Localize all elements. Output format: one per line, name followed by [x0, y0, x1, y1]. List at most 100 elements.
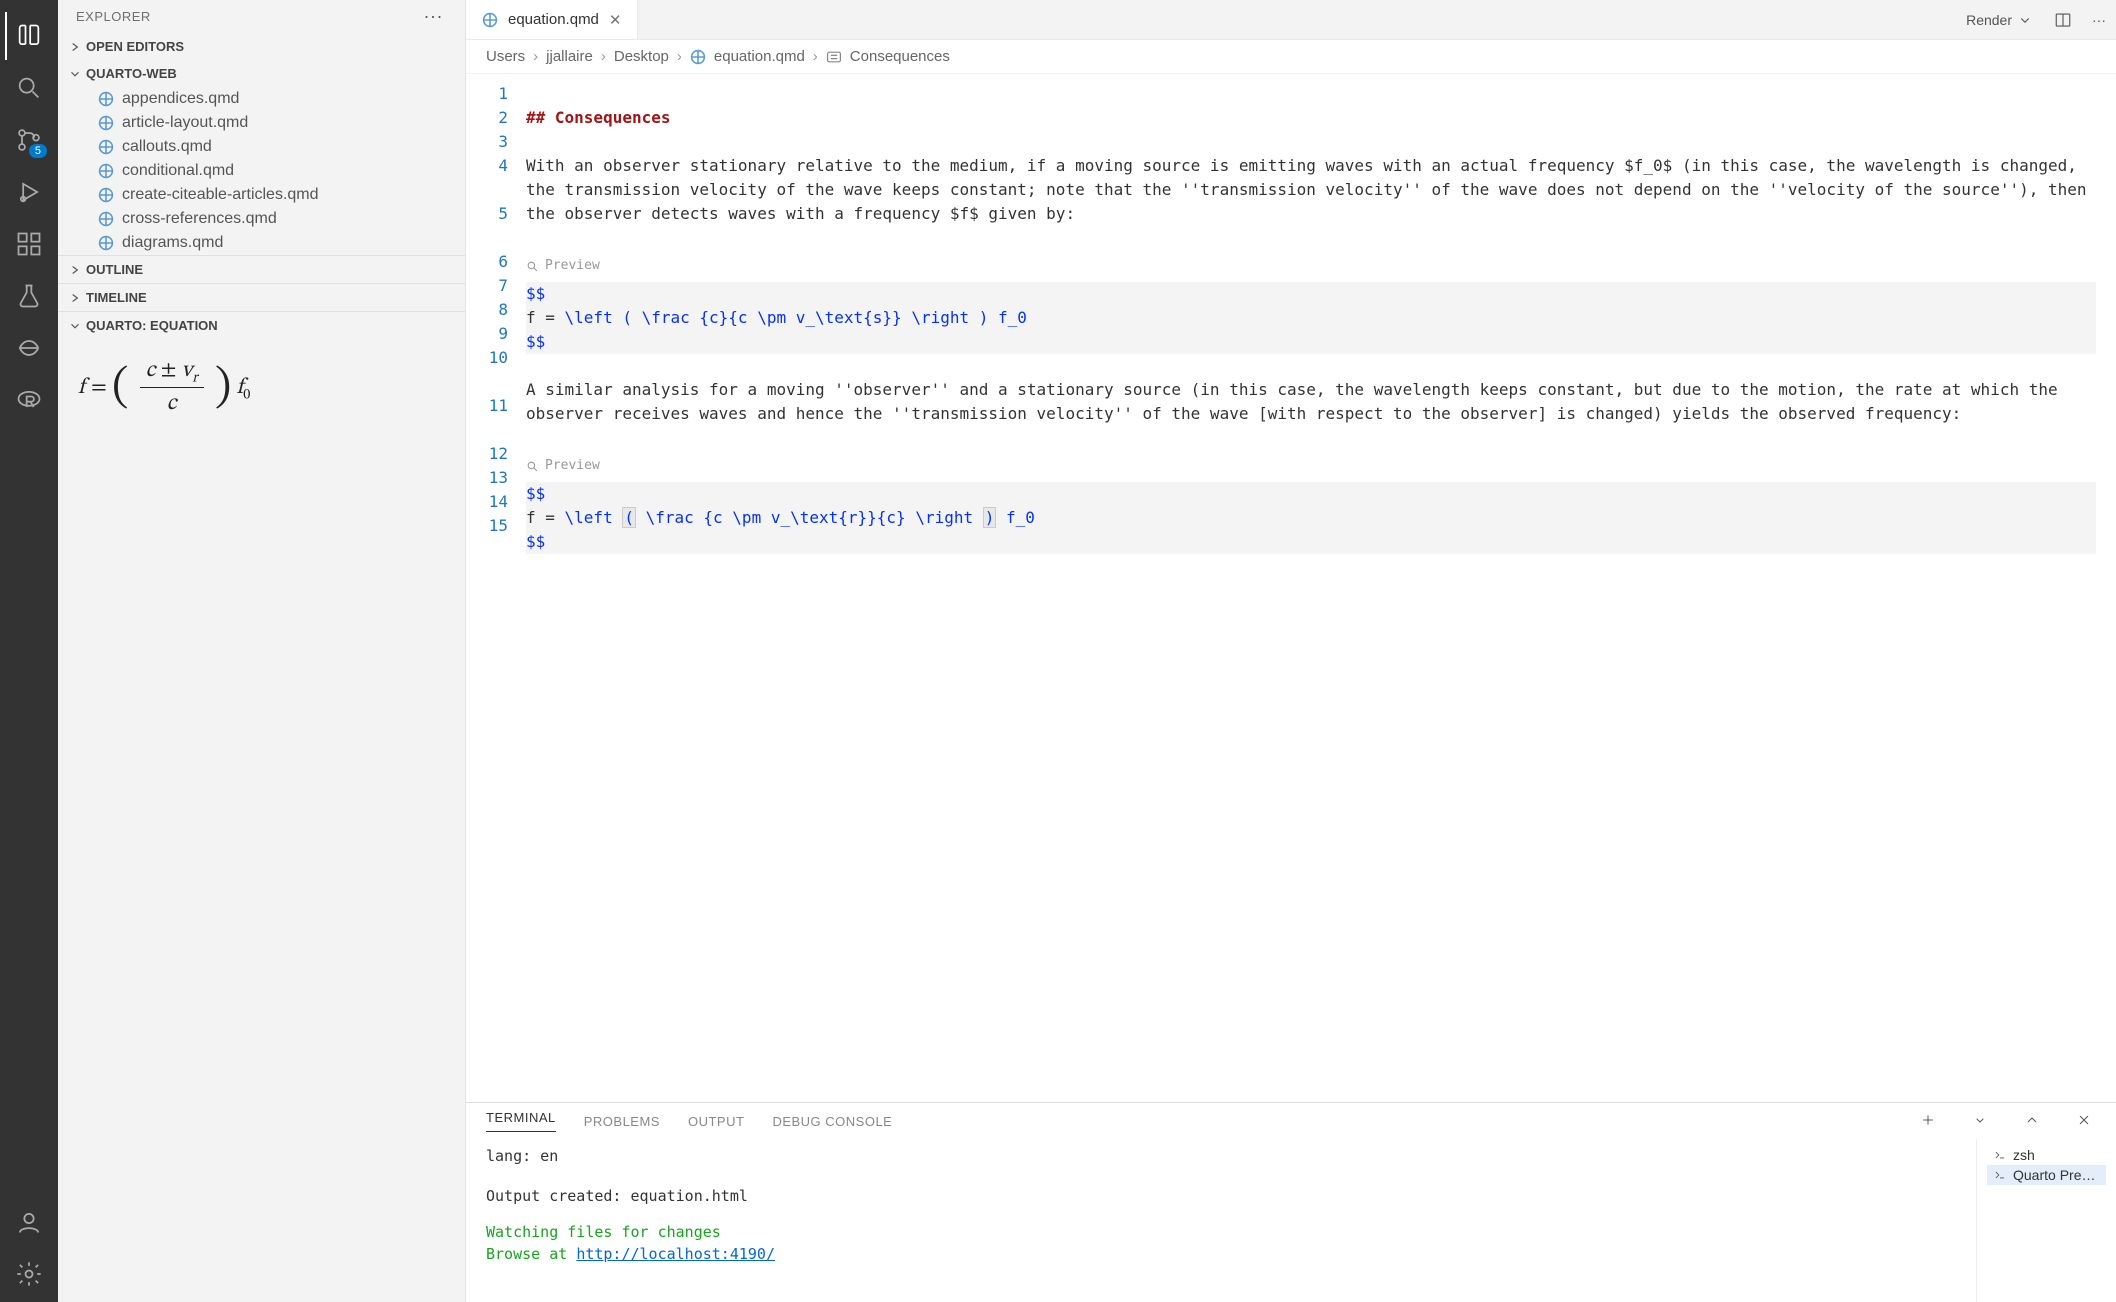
heading-symbol-icon	[826, 48, 842, 65]
panel-tab-terminal[interactable]: TERMINAL	[486, 1110, 556, 1132]
file-item[interactable]: callouts.qmd	[82, 135, 465, 159]
equation-preview: f = ( c ± vr c ) f0	[58, 339, 465, 436]
bottom-panel: TERMINAL PROBLEMS OUTPUT DEBUG CONSOLE l…	[466, 1102, 2116, 1302]
math-delim[interactable]: $$	[526, 284, 545, 303]
quarto-file-icon	[690, 48, 706, 65]
split-editor-icon[interactable]	[2044, 11, 2082, 29]
activity-accounts-icon[interactable]	[5, 1198, 53, 1246]
line-numbers: 1 2 3 4 5 6 7 8 9 10 11 12 13 14 15	[466, 74, 526, 1102]
terminal-list-item[interactable]: zsh	[1987, 1145, 2106, 1165]
quarto-file-icon	[98, 235, 114, 251]
render-button[interactable]: Render	[1956, 11, 2044, 29]
file-list: appendices.qmd article-layout.qmd callou…	[58, 87, 465, 255]
file-item[interactable]: diagrams.qmd	[82, 231, 465, 255]
breadcrumb-part[interactable]: jjallaire	[546, 48, 593, 65]
code-line[interactable]	[526, 426, 2096, 450]
code-line[interactable]	[526, 226, 2096, 250]
timeline-label: TIMELINE	[86, 290, 147, 305]
quarto-equation-header[interactable]: QUARTO: EQUATION	[58, 311, 465, 339]
workspace-name: QUARTO-WEB	[86, 66, 177, 81]
breadcrumb[interactable]: Users› jjallaire› Desktop› equation.qmd›…	[466, 40, 2116, 74]
file-item[interactable]: article-layout.qmd	[82, 111, 465, 135]
new-terminal-icon[interactable]	[1916, 1112, 1940, 1131]
quarto-file-icon	[482, 12, 498, 28]
file-label: cross-references.qmd	[122, 210, 277, 228]
sidebar-more-icon[interactable]: ···	[420, 6, 447, 27]
breadcrumb-part[interactable]: Users	[486, 48, 525, 65]
panel-tab-problems[interactable]: PROBLEMS	[584, 1114, 660, 1129]
code-line[interactable]	[526, 130, 2096, 154]
panel-maximize-icon[interactable]	[2020, 1112, 2044, 1131]
terminal-output[interactable]: lang: en Output created: equation.html W…	[466, 1139, 1976, 1302]
activity-explorer-icon[interactable]	[5, 12, 53, 60]
activity-remote-icon[interactable]	[5, 324, 53, 372]
activity-extensions-icon[interactable]	[5, 220, 53, 268]
paragraph-line[interactable]: A similar analysis for a moving ''observ…	[526, 378, 2096, 426]
file-label: callouts.qmd	[122, 138, 212, 156]
math-line[interactable]: f = \left ( \frac {c}{c \pm v_\text{s}} …	[526, 306, 2096, 330]
activity-search-icon[interactable]	[5, 64, 53, 112]
breadcrumb-part[interactable]: equation.qmd	[714, 48, 805, 65]
open-editors-label: OPEN EDITORS	[86, 39, 184, 54]
terminal-line: Browse at http://localhost:4190/	[486, 1243, 1956, 1265]
quarto-file-icon	[98, 211, 114, 227]
terminal-line: Output created: equation.html	[486, 1185, 1956, 1207]
preview-codelens[interactable]: Preview	[526, 250, 2096, 282]
explorer-sidebar: EXPLORER ··· OPEN EDITORS QUARTO-WEB app…	[58, 0, 466, 1302]
activity-settings-gear-icon[interactable]	[5, 1250, 53, 1298]
math-delim[interactable]: $$	[526, 484, 545, 503]
file-label: article-layout.qmd	[122, 114, 248, 132]
panel-tab-debug-console[interactable]: DEBUG CONSOLE	[772, 1114, 892, 1129]
activity-run-debug-icon[interactable]	[5, 168, 53, 216]
close-tab-icon[interactable]: ✕	[609, 11, 622, 29]
panel-close-icon[interactable]	[2072, 1112, 2096, 1131]
code-content[interactable]: ## Consequences With an observer station…	[526, 74, 2116, 1102]
file-item[interactable]: appendices.qmd	[82, 87, 465, 111]
panel-tab-output[interactable]: OUTPUT	[688, 1114, 744, 1129]
file-label: create-citeable-articles.qmd	[122, 186, 319, 204]
open-editors-header[interactable]: OPEN EDITORS	[58, 33, 465, 60]
file-item[interactable]: create-citeable-articles.qmd	[82, 183, 465, 207]
terminal-link[interactable]: http://localhost:4190/	[576, 1245, 775, 1263]
terminal-dropdown-icon[interactable]	[1968, 1112, 1992, 1131]
outline-label: OUTLINE	[86, 262, 143, 277]
code-line[interactable]	[526, 354, 2096, 378]
tab-bar: equation.qmd ✕ Render ···	[466, 0, 2116, 40]
scm-badge: 5	[29, 144, 47, 158]
file-item[interactable]: conditional.qmd	[82, 159, 465, 183]
file-label: appendices.qmd	[122, 90, 239, 108]
outline-header[interactable]: OUTLINE	[58, 255, 465, 283]
quarto-file-icon	[98, 187, 114, 203]
panel-tabs: TERMINAL PROBLEMS OUTPUT DEBUG CONSOLE	[466, 1103, 2116, 1139]
quarto-equation-label: QUARTO: EQUATION	[86, 318, 218, 333]
quarto-file-icon	[98, 91, 114, 107]
paragraph-line[interactable]: With an observer stationary relative to …	[526, 154, 2096, 226]
activity-source-control-icon[interactable]: 5	[5, 116, 53, 164]
terminal-list: zsh Quarto Pre…	[1976, 1139, 2116, 1302]
quarto-file-icon	[98, 115, 114, 131]
sidebar-title: EXPLORER	[76, 9, 151, 24]
code-line[interactable]	[526, 554, 2096, 578]
breadcrumb-part[interactable]: Desktop	[614, 48, 669, 65]
activity-testing-icon[interactable]	[5, 272, 53, 320]
breadcrumb-part[interactable]: Consequences	[850, 48, 950, 65]
editor-tab[interactable]: equation.qmd ✕	[466, 0, 638, 39]
file-item[interactable]: cross-references.qmd	[82, 207, 465, 231]
tab-filename: equation.qmd	[508, 11, 599, 28]
code-line[interactable]	[526, 82, 2096, 106]
heading-line[interactable]: ## Consequences	[526, 108, 671, 127]
activity-bar: 5	[0, 0, 58, 1302]
math-line[interactable]: f = \left ( \frac {c \pm v_\text{r}}{c} …	[526, 506, 2096, 530]
workspace-header[interactable]: QUARTO-WEB	[58, 60, 465, 87]
terminal-list-item[interactable]: Quarto Pre…	[1987, 1165, 2106, 1185]
math-delim[interactable]: $$	[526, 332, 545, 351]
file-label: diagrams.qmd	[122, 234, 223, 252]
math-delim[interactable]: $$	[526, 532, 545, 551]
activity-r-icon[interactable]	[5, 376, 53, 424]
tab-more-icon[interactable]: ···	[2082, 12, 2116, 28]
quarto-file-icon	[98, 139, 114, 155]
code-editor[interactable]: 1 2 3 4 5 6 7 8 9 10 11 12 13 14 15 ## C…	[466, 74, 2116, 1102]
file-label: conditional.qmd	[122, 162, 234, 180]
preview-codelens[interactable]: Preview	[526, 450, 2096, 482]
timeline-header[interactable]: TIMELINE	[58, 283, 465, 311]
